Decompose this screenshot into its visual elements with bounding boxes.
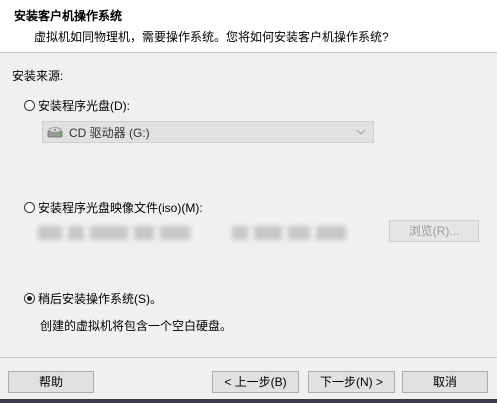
wizard-header: 安装客户机操作系统 虚拟机如同物理机，需要操作系统。您将如何安装客户机操作系统? — [0, 0, 497, 53]
chevron-down-icon — [356, 129, 366, 135]
iso-path-input[interactable] — [38, 220, 218, 246]
radio-install-later-label: 稍后安装操作系统(S)。 — [38, 292, 162, 306]
radio-install-later[interactable]: 稍后安装操作系统(S)。 — [24, 290, 162, 307]
wizard-title: 安装客户机操作系统 — [14, 9, 123, 23]
help-button[interactable]: 帮助 — [8, 371, 94, 393]
radio-iso-image-label: 安装程序光盘映像文件(iso)(M): — [38, 201, 203, 215]
cd-drive-icon — [47, 124, 63, 140]
radio-installer-disc-label: 安装程序光盘(D): — [38, 99, 130, 113]
drive-select-value: CD 驱动器 (G:) — [69, 125, 150, 140]
radio-installer-disc[interactable]: 安装程序光盘(D): — [24, 97, 130, 114]
iso-path-input-extension — [232, 220, 382, 246]
radio-iso-image[interactable]: 安装程序光盘映像文件(iso)(M): — [24, 199, 203, 216]
install-later-description: 创建的虚拟机将包含一个空白硬盘。 — [40, 319, 233, 333]
back-button[interactable]: < 上一步(B) — [212, 371, 299, 393]
wizard-subtitle: 虚拟机如同物理机，需要操作系统。您将如何安装客户机操作系统? — [34, 30, 389, 44]
cancel-button[interactable]: 取消 — [402, 371, 488, 393]
install-source-label: 安装来源: — [12, 69, 64, 83]
radio-button[interactable] — [24, 202, 35, 213]
browse-button[interactable]: 浏览(R)... — [389, 220, 479, 242]
next-button[interactable]: 下一步(N) > — [308, 371, 395, 393]
radio-button[interactable] — [24, 100, 35, 111]
footer-divider — [0, 357, 497, 358]
radio-button-checked[interactable] — [24, 293, 35, 304]
window-bottom-edge — [0, 399, 497, 403]
drive-select[interactable]: CD 驱动器 (G:) — [42, 121, 374, 143]
